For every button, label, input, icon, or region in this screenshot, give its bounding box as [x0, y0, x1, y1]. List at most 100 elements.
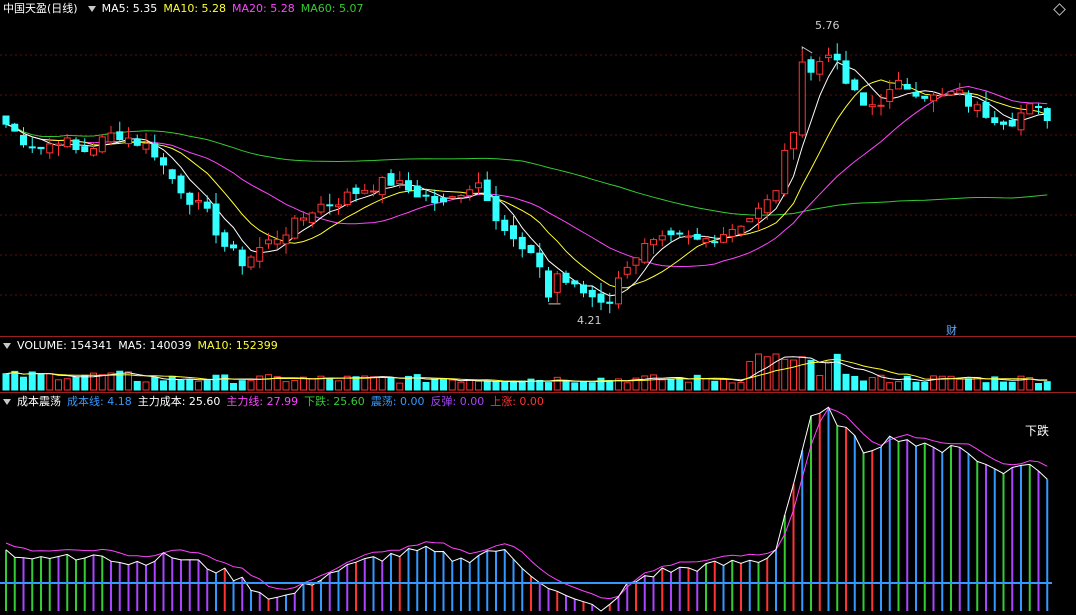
volume-bar[interactable]	[37, 373, 45, 391]
candlestick[interactable]	[308, 211, 316, 228]
candlestick[interactable]	[667, 227, 675, 242]
candlestick[interactable]	[11, 122, 19, 132]
candlestick[interactable]	[238, 246, 246, 275]
candlestick[interactable]	[615, 270, 622, 309]
volume-panel[interactable]: VOLUME: 154341 MA5: 140039 MA10: 152399	[0, 337, 1076, 392]
volume-bar[interactable]	[282, 381, 290, 391]
candlestick[interactable]	[816, 56, 824, 82]
candlestick[interactable]	[772, 190, 780, 204]
volume-bar[interactable]	[518, 380, 526, 391]
volume-bar[interactable]	[308, 377, 316, 391]
volume-bar[interactable]	[230, 383, 237, 391]
candlestick[interactable]	[912, 81, 920, 99]
candlestick[interactable]	[1000, 120, 1007, 130]
candlestick[interactable]	[133, 134, 141, 147]
candlestick[interactable]	[98, 134, 106, 154]
candlestick[interactable]	[545, 267, 552, 302]
volume-bar[interactable]	[720, 378, 727, 391]
volume-bar[interactable]	[98, 374, 106, 391]
price-panel[interactable]: 中国天盈(日线) MA5: 5.35 MA10: 5.28 MA20: 5.28 MA6…	[0, 0, 1076, 337]
volume-bar[interactable]	[475, 380, 482, 391]
volume-bar[interactable]	[335, 380, 342, 391]
volume-bar[interactable]	[658, 379, 666, 391]
volume-bar[interactable]	[868, 377, 876, 391]
candlestick[interactable]	[317, 196, 325, 215]
candlestick[interactable]	[790, 131, 797, 160]
candlestick[interactable]	[370, 184, 377, 197]
candlestick[interactable]	[807, 56, 815, 81]
volume-bar[interactable]	[667, 378, 675, 391]
volume-bar[interactable]	[483, 380, 491, 391]
candlestick[interactable]	[28, 137, 36, 153]
volume-bar[interactable]	[545, 382, 552, 391]
volume-bar[interactable]	[982, 382, 990, 391]
volume-bar[interactable]	[142, 381, 150, 391]
candlestick[interactable]	[168, 168, 176, 184]
candlestick[interactable]	[448, 195, 456, 199]
candlestick[interactable]	[107, 125, 115, 146]
volume-bar[interactable]	[378, 376, 386, 391]
candlestick[interactable]	[973, 101, 981, 118]
candlestick[interactable]	[702, 236, 710, 248]
candlestick[interactable]	[798, 49, 806, 138]
candlestick[interactable]	[55, 140, 62, 157]
volume-bar[interactable]	[536, 379, 544, 391]
volume-bar[interactable]	[798, 356, 806, 391]
candlestick[interactable]	[361, 184, 369, 195]
volume-bar[interactable]	[886, 382, 894, 391]
candlestick[interactable]	[203, 195, 211, 213]
volume-bar[interactable]	[195, 380, 202, 391]
candlestick[interactable]	[763, 194, 771, 220]
candlestick[interactable]	[868, 95, 876, 116]
candlestick[interactable]	[37, 146, 45, 155]
volume-bar[interactable]	[63, 378, 71, 391]
candlestick[interactable]	[282, 226, 290, 254]
volume-bar[interactable]	[151, 376, 159, 391]
oscillator-panel[interactable]: 成本震荡 成本线: 4.18 主力成本: 25.60 主力线: 27.99 下跌: 25…	[0, 393, 1076, 615]
volume-bar[interactable]	[466, 379, 474, 391]
candlestick[interactable]	[842, 50, 850, 85]
volume-bar[interactable]	[448, 379, 456, 391]
volume-bar[interactable]	[247, 380, 255, 391]
candlestick[interactable]	[221, 229, 229, 252]
candlestick[interactable]	[440, 193, 447, 206]
volume-bar[interactable]	[641, 375, 649, 391]
candlestick[interactable]	[938, 87, 946, 97]
candlestick[interactable]	[860, 92, 867, 106]
volume-bar[interactable]	[492, 381, 500, 391]
volume-bar[interactable]	[737, 381, 745, 391]
volume-bar[interactable]	[728, 382, 736, 391]
candlestick[interactable]	[46, 137, 54, 159]
candlestick[interactable]	[291, 214, 299, 240]
volume-bar[interactable]	[956, 378, 964, 391]
volume-bar[interactable]	[265, 374, 272, 391]
volume-chart[interactable]	[0, 337, 1076, 392]
candlestick[interactable]	[720, 227, 727, 244]
volume-bar[interactable]	[133, 380, 141, 391]
volume-bar[interactable]	[20, 376, 27, 391]
volume-bar[interactable]	[676, 377, 684, 391]
candlestick[interactable]	[536, 242, 544, 278]
volume-bar[interactable]	[702, 378, 710, 391]
volume-bar[interactable]	[965, 378, 972, 391]
volume-bar[interactable]	[160, 380, 167, 391]
volume-bar[interactable]	[457, 381, 465, 391]
candlestick[interactable]	[588, 286, 596, 308]
volume-bar[interactable]	[588, 382, 596, 391]
volume-bar[interactable]	[623, 382, 631, 391]
candlestick[interactable]	[685, 230, 692, 245]
volume-bar[interactable]	[571, 382, 579, 391]
candlestick[interactable]	[151, 134, 159, 161]
volume-bar[interactable]	[291, 379, 299, 391]
candlestick[interactable]	[212, 192, 220, 244]
candlestick[interactable]	[466, 185, 474, 201]
volume-bar[interactable]	[55, 379, 62, 391]
volume-bar[interactable]	[860, 380, 867, 391]
candlestick[interactable]	[195, 192, 202, 210]
volume-bar[interactable]	[1043, 381, 1051, 391]
candlestick[interactable]	[571, 280, 579, 288]
candlestick[interactable]	[265, 232, 272, 249]
candlestick[interactable]	[125, 127, 132, 148]
volume-bar[interactable]	[186, 379, 194, 391]
volume-bar[interactable]	[238, 380, 246, 391]
